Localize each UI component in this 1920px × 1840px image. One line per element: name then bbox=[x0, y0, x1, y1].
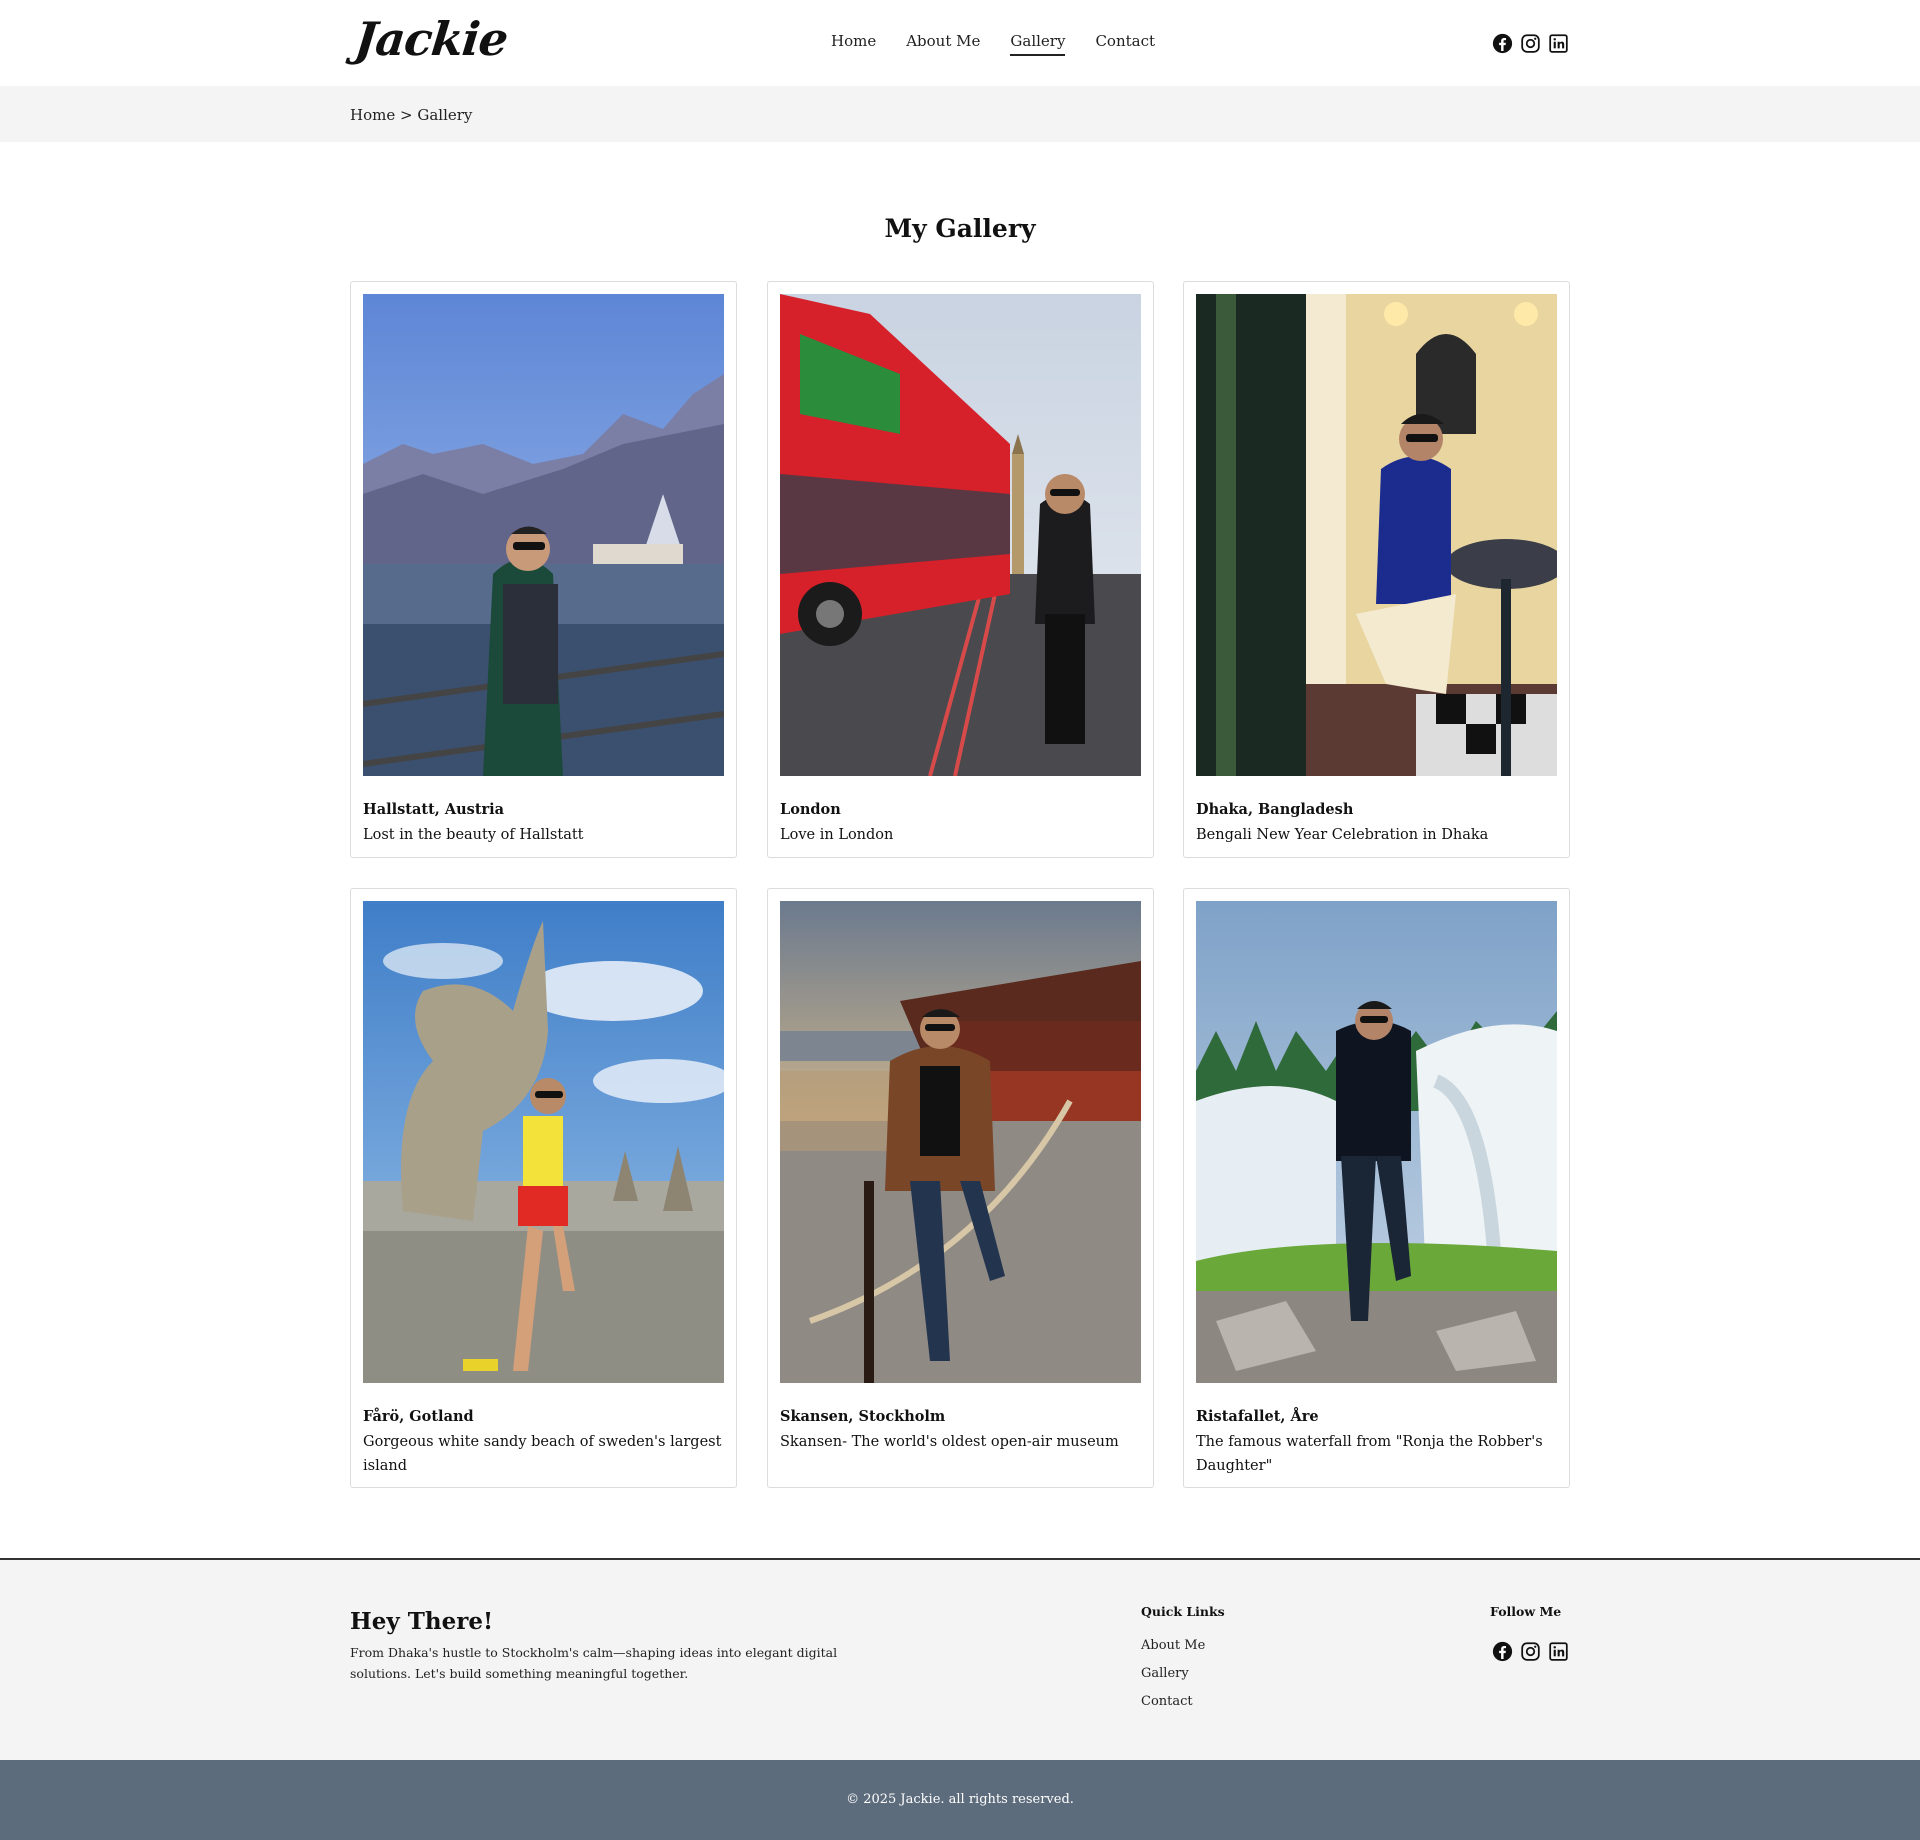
linkedin-icon[interactable] bbox=[1547, 1640, 1569, 1662]
gallery-photo-ristafallet[interactable] bbox=[1196, 901, 1557, 1383]
card-description: Bengali New Year Celebration in Dhaka bbox=[1196, 827, 1489, 843]
breadcrumb-bar: Home > Gallery bbox=[0, 86, 1920, 142]
footer-link-gallery[interactable]: Gallery bbox=[1141, 1666, 1205, 1694]
card-description: Lost in the beauty of Hallstatt bbox=[363, 827, 584, 843]
gallery-card[interactable]: London Love in London bbox=[767, 281, 1154, 858]
copyright-text: © 2025 Jackie. all rights reserved. bbox=[846, 1792, 1074, 1807]
instagram-icon[interactable] bbox=[1519, 32, 1541, 54]
gallery-card[interactable]: Ristafallet, Åre The famous waterfall fr… bbox=[1183, 888, 1570, 1488]
follow-me-title: Follow Me bbox=[1490, 1604, 1562, 1619]
card-title: Skansen, Stockholm bbox=[780, 1408, 946, 1425]
card-description: Love in London bbox=[780, 827, 894, 843]
gallery-photo-skansen[interactable] bbox=[780, 901, 1141, 1383]
footer-link-about-me[interactable]: About Me bbox=[1141, 1638, 1205, 1666]
nav-contact[interactable]: Contact bbox=[1095, 32, 1155, 56]
gallery-card[interactable]: Hallstatt, Austria Lost in the beauty of… bbox=[350, 281, 737, 858]
card-title: Fårö, Gotland bbox=[363, 1408, 474, 1425]
gallery-card[interactable]: Skansen, Stockholm Skansen- The world's … bbox=[767, 888, 1154, 1488]
breadcrumb-home[interactable]: Home bbox=[350, 106, 395, 124]
card-title: Hallstatt, Austria bbox=[363, 801, 505, 818]
quick-links: About Me Gallery Contact bbox=[1141, 1638, 1205, 1722]
breadcrumb-current: Gallery bbox=[417, 106, 473, 124]
gallery-card[interactable]: Fårö, Gotland Gorgeous white sandy beach… bbox=[350, 888, 737, 1488]
nav-gallery[interactable]: Gallery bbox=[1010, 32, 1066, 56]
gallery-photo-london[interactable] bbox=[780, 294, 1141, 776]
gallery-card[interactable]: Dhaka, Bangladesh Bengali New Year Celeb… bbox=[1183, 281, 1570, 858]
site-header: Jackie Home About Me Gallery Contact bbox=[0, 0, 1920, 86]
card-title: London bbox=[780, 801, 841, 818]
card-description: Skansen- The world's oldest open-air mus… bbox=[780, 1434, 1119, 1450]
card-title: Dhaka, Bangladesh bbox=[1196, 801, 1354, 818]
copyright-bar: © 2025 Jackie. all rights reserved. bbox=[0, 1760, 1920, 1840]
card-description: The famous waterfall from "Ronja the Rob… bbox=[1196, 1434, 1543, 1474]
nav-home[interactable]: Home bbox=[831, 32, 876, 56]
breadcrumb: Home > Gallery bbox=[350, 106, 472, 124]
breadcrumb-separator: > bbox=[400, 106, 413, 124]
card-description: Gorgeous white sandy beach of sweden's l… bbox=[363, 1434, 722, 1474]
facebook-icon[interactable] bbox=[1491, 32, 1513, 54]
site-logo[interactable]: Jackie bbox=[352, 12, 510, 66]
footer-social-links bbox=[1491, 1640, 1569, 1662]
quick-links-title: Quick Links bbox=[1141, 1604, 1225, 1619]
facebook-icon[interactable] bbox=[1491, 1640, 1513, 1662]
linkedin-icon[interactable] bbox=[1547, 32, 1569, 54]
footer-text: From Dhaka's hustle to Stockholm's calm—… bbox=[350, 1645, 838, 1681]
gallery-photo-hallstatt[interactable] bbox=[363, 294, 724, 776]
gallery-title: My Gallery bbox=[884, 214, 1036, 243]
card-title: Ristafallet, Åre bbox=[1196, 1408, 1319, 1425]
site-footer: Hey There! From Dhaka's hustle to Stockh… bbox=[0, 1558, 1920, 1760]
gallery-photo-dhaka[interactable] bbox=[1196, 294, 1557, 776]
footer-link-contact[interactable]: Contact bbox=[1141, 1694, 1205, 1722]
main-nav: Home About Me Gallery Contact bbox=[831, 32, 1155, 56]
instagram-icon[interactable] bbox=[1519, 1640, 1541, 1662]
gallery-photo-faro[interactable] bbox=[363, 901, 724, 1383]
footer-heading: Hey There! bbox=[350, 1608, 494, 1635]
header-social-links bbox=[1491, 32, 1569, 54]
nav-about-me[interactable]: About Me bbox=[906, 32, 980, 56]
